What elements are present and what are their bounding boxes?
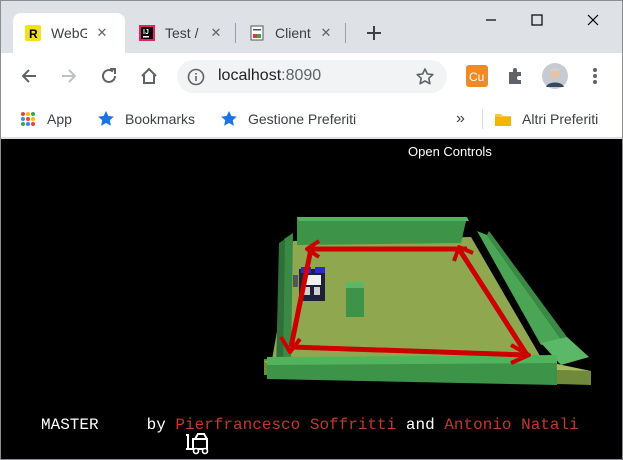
chevron-double-right-icon: » [456,110,465,127]
webgl-page: Open Controls MASTER by Pierfrancesco So… [1,139,622,459]
tab-test[interactable]: IJ Test / Test ✕ [127,13,233,53]
intellij-icon: IJ [139,25,155,41]
tab-strip: R WebGL ✕ IJ Test / Test ✕ Client ✕ [1,1,622,53]
tab-client[interactable]: Client ✕ [237,13,343,53]
browser-toolbar: localhost:8090 Cu [1,53,622,100]
credits-by: by [146,416,166,434]
info-icon[interactable] [187,68,205,91]
minimize-button[interactable] [468,1,514,39]
plus-icon [367,26,381,40]
obstacle-block [346,285,364,317]
maximize-button[interactable] [514,1,560,39]
obstacle-top [346,282,364,288]
arrow-right-icon [62,69,77,83]
credits-line: MASTER by Pierfrancesco Soffritti and An… [41,413,579,455]
bookmark-label: Gestione Preferiti [248,111,357,127]
cu-extension-icon: Cu [466,65,488,87]
tab-separator [235,23,236,43]
puzzle-icon [509,68,521,84]
bookmark-label: App [47,111,72,127]
open-controls-button[interactable]: Open Controls [408,144,492,159]
avatar [542,63,568,89]
profile-button[interactable] [540,61,570,91]
close-window-button[interactable] [570,1,616,39]
home-button[interactable] [134,61,164,91]
credits-and: and [405,416,435,434]
svg-text:IJ: IJ [143,29,149,36]
tab-separator [345,23,346,43]
back-button[interactable] [14,61,44,91]
browser-window: R WebGL ✕ IJ Test / Test ✕ Client ✕ [0,0,623,460]
tab-title: Test / Test [165,25,201,41]
bookmark-bookmarks[interactable]: Bookmarks [97,108,195,130]
menu-button[interactable] [580,61,610,91]
folder-icon [494,110,512,128]
bookmark-label: Bookmarks [125,111,196,127]
bookmarks-bar: App Bookmarks Gestione Preferiti » Altri… [1,100,622,138]
forward-button[interactable] [54,61,84,91]
bookmark-star-icon[interactable] [415,67,435,92]
tab-title: Client [275,25,311,41]
bookmarks-overflow-button[interactable]: » [456,108,465,130]
home-icon [141,67,157,84]
svg-text:Cu: Cu [469,70,484,84]
close-tab-icon[interactable]: ✕ [93,24,111,42]
credits-prefix: MASTER [41,416,99,434]
tab-title: WebGL [51,25,87,41]
address-bar[interactable]: localhost:8090 [177,60,447,93]
forklift-icon [107,413,209,455]
star-icon [97,110,115,128]
robot-room-scene[interactable] [1,139,622,459]
bookmark-label: Altri Preferiti [522,111,599,127]
close-icon [587,14,599,26]
url-text: localhost:8090 [218,67,322,84]
svg-text:R: R [29,27,38,41]
r-yellow-icon: R [25,25,41,41]
apps-grid-icon [19,110,37,128]
reload-icon [102,68,116,83]
document-icon [249,25,265,41]
kebab-menu-icon [593,68,597,84]
bookmark-gestione-preferiti[interactable]: Gestione Preferiti [220,108,356,130]
star-icon [220,110,238,128]
extensions-button[interactable] [501,61,531,91]
bookmark-app[interactable]: App [19,108,72,130]
arrow-left-icon [21,69,36,83]
back-wall [297,217,467,245]
new-tab-button[interactable] [362,21,386,45]
extension-cu-button[interactable]: Cu [462,61,492,91]
maximize-icon [531,14,543,26]
author-name[interactable]: Pierfrancesco Soffritti [175,416,396,434]
reload-button[interactable] [94,61,124,91]
close-tab-icon[interactable]: ✕ [317,24,335,42]
back-wall-top [297,217,469,221]
minimize-icon [486,19,496,21]
tab-webgl[interactable]: R WebGL ✕ [13,13,125,53]
bookmark-altri-preferiti[interactable]: Altri Preferiti [494,108,598,130]
bookmarks-separator [482,109,483,129]
close-tab-icon[interactable]: ✕ [207,24,225,42]
author-name[interactable]: Antonio Natali [444,416,578,434]
